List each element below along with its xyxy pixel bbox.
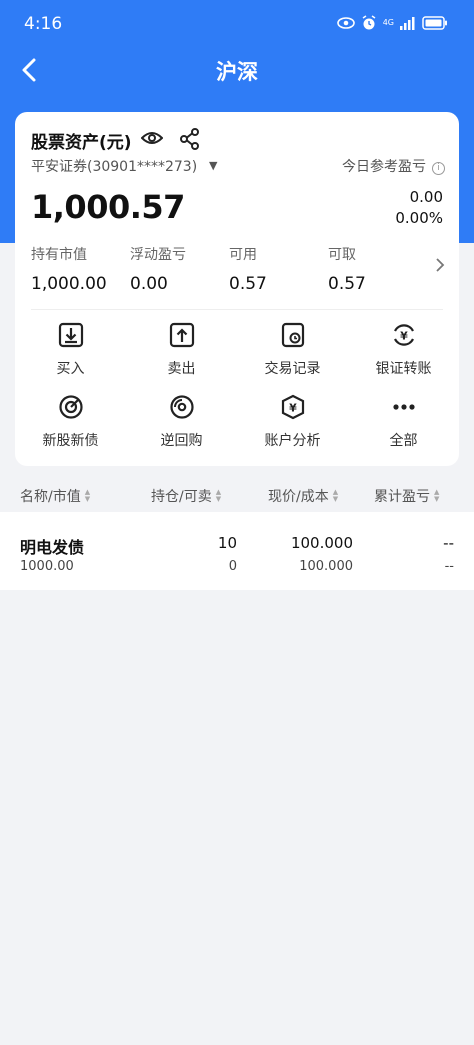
- header-label: 持仓/可卖: [151, 489, 212, 505]
- bank-transfer-icon: ¥: [393, 324, 414, 346]
- signal-icon: [400, 16, 415, 30]
- stat-value: 0.57: [328, 274, 366, 294]
- header-pl[interactable]: 累计盈亏 ▲ ▼: [374, 486, 439, 506]
- divider: [31, 309, 443, 310]
- ipo-icon: [58, 395, 83, 419]
- asset-title: 股票资产(元): [31, 133, 132, 153]
- account-selector[interactable]: 平安证券(30901****273): [31, 156, 197, 176]
- stat-label: 可取: [328, 247, 356, 263]
- available-qty: 0: [228, 559, 237, 574]
- action-label: 银证转账: [375, 361, 432, 377]
- header-label: 现价/成本: [268, 489, 329, 505]
- eye-comfort-icon: [336, 17, 355, 29]
- stat-label: 浮动盈亏: [130, 247, 186, 263]
- cumulative-pl-percent: --: [444, 559, 454, 574]
- stat-label: 可用: [229, 247, 257, 263]
- header-price[interactable]: 现价/成本 ▲ ▼: [268, 486, 338, 506]
- action-buy[interactable]: 买入: [15, 320, 126, 378]
- svg-text:¥: ¥: [289, 402, 297, 415]
- more-icon: [392, 404, 415, 410]
- caret-down-icon[interactable]: ▼: [209, 159, 217, 172]
- status-icons: 4G: [336, 15, 448, 31]
- action-label: 全部: [389, 433, 418, 449]
- holding-qty: 10: [217, 534, 237, 552]
- share-icon: [180, 128, 199, 150]
- buy-icon: [58, 322, 83, 348]
- current-price: 100.000: [290, 534, 353, 552]
- action-bank-transfer[interactable]: ¥ 银证转账: [348, 320, 459, 378]
- cost-price: 100.000: [299, 559, 353, 574]
- stat-value: 0.00: [130, 274, 168, 294]
- action-account-analysis[interactable]: ¥ 账户分析: [237, 392, 348, 450]
- cumulative-pl: --: [443, 534, 454, 552]
- action-trade-records[interactable]: 交易记录: [237, 320, 348, 378]
- sort-icon: ▲ ▼: [215, 488, 222, 503]
- network-type-label: 4G: [382, 18, 394, 27]
- action-all[interactable]: 全部: [348, 392, 459, 450]
- sort-icon: ▲ ▼: [332, 488, 339, 503]
- chevron-right-icon: [436, 258, 445, 272]
- status-bar: 4:16 4G: [0, 0, 474, 50]
- info-icon[interactable]: i: [432, 162, 445, 175]
- alarm-icon: [362, 15, 376, 30]
- stat-withdrawable: 可取 0.57: [328, 244, 366, 294]
- today-pl-label-wrap: 今日参考盈亏 i: [342, 156, 445, 176]
- header-holding[interactable]: 持仓/可卖 ▲ ▼: [151, 486, 221, 506]
- action-label: 新股新债: [42, 433, 99, 449]
- navigation-bar: 沪深: [0, 50, 474, 104]
- stat-available: 可用 0.57: [229, 244, 267, 294]
- reverse-repo-icon: [169, 395, 194, 419]
- holdings-table-header: 名称/市值 ▲ ▼ 持仓/可卖 ▲ ▼ 现价/成本 ▲ ▼ 累计盈亏 ▲ ▼: [0, 480, 474, 510]
- page-title: 沪深: [216, 60, 258, 84]
- eye-icon: [140, 132, 164, 144]
- visibility-toggle[interactable]: [140, 130, 164, 150]
- stock-name: 明电发债: [20, 538, 85, 557]
- today-pl-value: 0.00: [409, 188, 443, 206]
- market-value: 1000.00: [20, 559, 74, 574]
- stats-detail-button[interactable]: [435, 257, 445, 277]
- action-label: 交易记录: [264, 361, 321, 377]
- trade-record-icon: [281, 322, 304, 348]
- header-name[interactable]: 名称/市值 ▲ ▼: [20, 486, 90, 506]
- today-pl-percent: 0.00%: [395, 209, 443, 227]
- stat-value: 1,000.00: [31, 274, 107, 294]
- action-label: 逆回购: [160, 433, 203, 449]
- sell-icon: [169, 322, 194, 348]
- header-label: 累计盈亏: [374, 489, 430, 505]
- today-pl-label: 今日参考盈亏: [342, 159, 426, 175]
- action-label: 买入: [56, 361, 85, 377]
- header-label: 名称/市值: [20, 489, 81, 505]
- status-time: 4:16: [24, 14, 63, 34]
- stat-floating-pl: 浮动盈亏 0.00: [130, 244, 186, 294]
- asset-stats[interactable]: 持有市值 1,000.00 浮动盈亏 0.00 可用 0.57 可取 0.57: [31, 244, 441, 294]
- account-analysis-icon: ¥: [281, 394, 304, 420]
- stat-label: 持有市值: [31, 247, 87, 263]
- sort-icon: ▲ ▼: [434, 488, 440, 503]
- battery-icon: [422, 16, 447, 30]
- action-ipo[interactable]: 新股新债: [15, 392, 126, 450]
- action-reverse-repo[interactable]: 逆回购: [126, 392, 237, 450]
- sort-icon: ▲ ▼: [84, 488, 91, 503]
- table-row[interactable]: 明电发债 1000.00 10 0 100.000 100.000 -- --: [0, 512, 474, 590]
- stat-market-value: 持有市值 1,000.00: [31, 244, 107, 294]
- action-label: 卖出: [167, 361, 196, 377]
- stat-value: 0.57: [229, 274, 267, 294]
- action-sell[interactable]: 卖出: [126, 320, 237, 378]
- svg-text:¥: ¥: [400, 330, 408, 343]
- share-button[interactable]: [179, 128, 201, 154]
- total-assets-value: 1,000.57: [31, 188, 185, 226]
- asset-card: 股票资产(元) 平安证券(30901****273) ▼ 今日参考盈亏 i 1,0…: [15, 112, 459, 466]
- action-label: 账户分析: [264, 433, 321, 449]
